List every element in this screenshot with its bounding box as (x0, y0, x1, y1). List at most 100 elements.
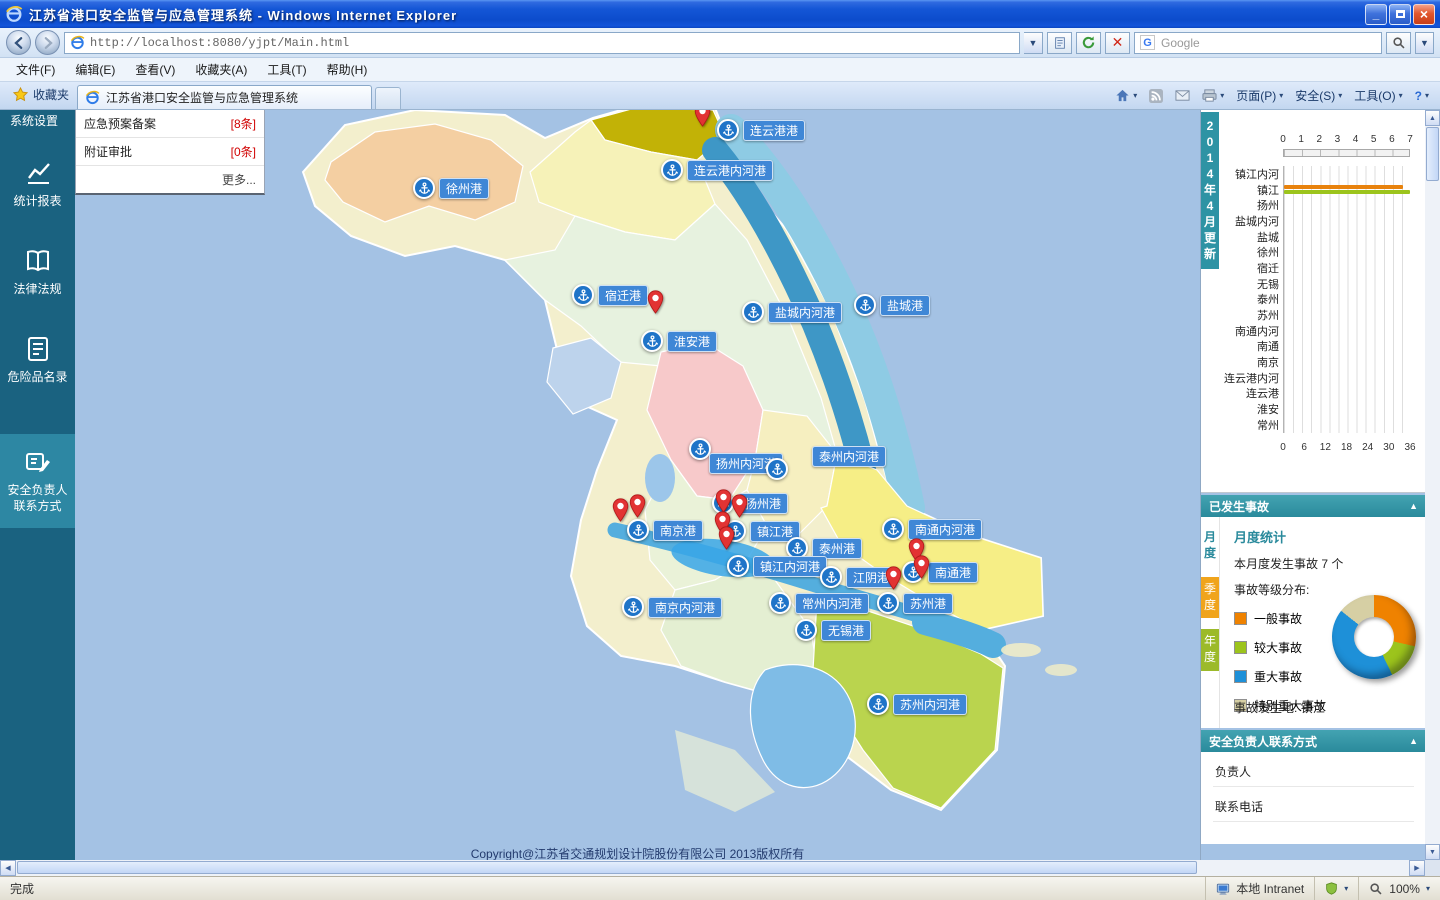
anchor-icon (820, 566, 842, 588)
axis-tick: 24 (1362, 442, 1374, 453)
menu-item-工具(T)[interactable]: 工具(T) (257, 58, 316, 81)
vertical-scrollbar[interactable]: ▲ ▼ (1425, 110, 1440, 860)
island-1 (1001, 643, 1041, 657)
port-marker-镇江内河港[interactable]: 镇江内河港 (727, 555, 828, 577)
search-box[interactable]: G Google (1134, 31, 1382, 54)
print-button[interactable]: ▾ (1202, 88, 1224, 103)
compatibility-view-button[interactable] (1047, 31, 1072, 54)
menu-item-帮助(H)[interactable]: 帮助(H) (317, 58, 378, 81)
help-button[interactable]: ? ▾ (1415, 89, 1429, 103)
favorites-button[interactable]: 收藏夹 (5, 82, 77, 109)
search-go-button[interactable] (1386, 31, 1411, 54)
port-marker-常州内河港[interactable]: 常州内河港 (769, 592, 870, 614)
horizontal-scrollbar[interactable]: ◀ ▶ (0, 860, 1425, 876)
location-pin-icon[interactable] (885, 566, 902, 593)
security-zone[interactable]: 本地 Intranet (1205, 877, 1314, 900)
location-pin-icon[interactable] (694, 110, 711, 130)
port-marker-宿迁港[interactable]: 宿迁港 (572, 284, 649, 306)
quick-panel-count: [8条] (230, 117, 256, 131)
chart-category-label: 淮安 (1257, 404, 1279, 417)
port-marker-南京港[interactable]: 南京港 (627, 519, 704, 541)
minimize-button[interactable]: _ (1365, 3, 1387, 25)
feeds-button[interactable] (1149, 88, 1164, 103)
port-marker-盐城港[interactable]: 盐城港 (854, 294, 931, 316)
forward-button[interactable] (35, 30, 60, 55)
sidebar-item-法律法规[interactable]: 法律法规 (0, 239, 75, 305)
address-input[interactable] (90, 35, 1014, 50)
port-marker-苏州港[interactable]: 苏州港 (877, 592, 954, 614)
axis-tick: 18 (1340, 442, 1353, 453)
location-pin-icon[interactable] (718, 526, 735, 553)
chart-top-axis: 0 1 2345 6 7 (1280, 134, 1413, 146)
anchor-icon (627, 519, 649, 541)
sidebar-item-危险品名录[interactable]: 危险品名录 (0, 327, 75, 393)
accident-tab-月度[interactable]: 月度 (1201, 525, 1219, 567)
horizontal-scroll-thumb[interactable] (17, 861, 1197, 874)
browser-tab[interactable]: 江苏省港口安全监管与应急管理系统 (77, 85, 373, 109)
port-marker-盐城内河港[interactable]: 盐城内河港 (742, 301, 843, 323)
collapse-arrow-icon[interactable]: ▲ (1409, 736, 1418, 746)
map-area[interactable]: Copyright@江苏省交通规划设计院股份有限公司 2013版权所有 连云港港… (75, 110, 1200, 876)
port-marker-扬州内河港[interactable]: 扬州内河港 (689, 438, 784, 474)
port-marker-南通内河港[interactable]: 南通内河港 (882, 518, 983, 540)
accident-tab-年度[interactable]: 年度 (1201, 629, 1219, 671)
location-pin-icon[interactable] (647, 290, 664, 317)
sidebar-item-label: 危险品名录 (7, 370, 68, 385)
scroll-left-button[interactable]: ◀ (0, 860, 16, 876)
quick-panel-more-link[interactable]: 更多... (76, 166, 264, 193)
port-marker-无锡港[interactable]: 无锡港 (795, 619, 872, 641)
quick-panel-row[interactable]: 应急预案备案 [8条] (76, 110, 264, 138)
legend-label: 较大事故 (1254, 641, 1303, 655)
menu-item-收藏夹(A)[interactable]: 收藏夹(A) (185, 58, 257, 81)
address-dropdown-button[interactable]: ▼ (1024, 31, 1043, 54)
port-marker-连云港港[interactable]: 连云港港 (717, 119, 806, 141)
chart-row: 南通 (1203, 338, 1412, 355)
sidebar-item-安全负责人联系方式[interactable]: 安全负责人联系方式 (0, 433, 75, 528)
scroll-right-button[interactable]: ▶ (1409, 860, 1425, 876)
sidebar-item-统计报表[interactable]: 统计报表 (0, 151, 75, 217)
maximize-button[interactable] (1389, 3, 1411, 25)
port-marker-淮安港[interactable]: 淮安港 (641, 330, 718, 352)
location-pin-icon[interactable] (731, 494, 748, 521)
book-icon (24, 247, 52, 275)
axis-tick: 12 (1319, 442, 1331, 453)
refresh-button[interactable] (1076, 31, 1101, 54)
vertical-scroll-thumb[interactable] (1426, 127, 1439, 181)
collapse-arrow-icon[interactable]: ▲ (1409, 501, 1418, 511)
scroll-up-button[interactable]: ▲ (1425, 110, 1440, 126)
port-marker-江阴港[interactable]: 江阴港 (820, 566, 897, 588)
chart-bottom-axis: 0 6 12 18 24 30 36 (1280, 442, 1415, 454)
close-button[interactable]: × (1413, 3, 1435, 25)
accident-tab-季度[interactable]: 季度 (1201, 577, 1219, 619)
chart-row: 南通内河 (1203, 322, 1412, 339)
location-pin-icon[interactable] (612, 498, 629, 525)
new-tab-button[interactable] (375, 87, 402, 109)
sidebar: 系统设置 统计报表法律法规危险品名录安全负责人联系方式 (0, 110, 75, 860)
page-menu-button[interactable]: 页面(P) ▾ (1236, 87, 1283, 104)
location-pin-icon[interactable] (913, 555, 930, 582)
safety-menu-button[interactable]: 安全(S) ▾ (1295, 87, 1342, 104)
anchor-icon (572, 284, 594, 306)
contact-field-负责人: 负责人 (1213, 752, 1414, 787)
tools-menu-button[interactable]: 工具(O) ▾ (1354, 87, 1402, 104)
port-marker-泰州内河港[interactable]: 泰州内河港 (766, 446, 887, 480)
read-mail-button[interactable] (1175, 88, 1190, 103)
port-marker-南京内河港[interactable]: 南京内河港 (622, 596, 723, 618)
back-button[interactable] (6, 30, 31, 55)
protected-mode-button[interactable]: ▾ (1314, 877, 1358, 900)
stop-button[interactable]: ✕ (1105, 31, 1130, 54)
home-button[interactable]: ▾ (1115, 88, 1137, 103)
menu-item-查看(V)[interactable]: 查看(V) (125, 58, 185, 81)
mail-icon (1175, 90, 1190, 101)
port-marker-连云港内河港[interactable]: 连云港内河港 (661, 159, 774, 181)
quick-panel-row[interactable]: 附证审批 [0条] (76, 138, 264, 166)
port-marker-苏州内河港[interactable]: 苏州内河港 (867, 693, 968, 715)
location-pin-icon[interactable] (629, 494, 646, 521)
zoom-control[interactable]: 100% ▾ (1358, 877, 1440, 900)
sidebar-item-system-settings[interactable]: 系统设置 (0, 110, 75, 129)
scroll-down-button[interactable]: ▼ (1425, 844, 1440, 860)
port-marker-徐州港[interactable]: 徐州港 (413, 177, 490, 199)
menu-item-文件(F)[interactable]: 文件(F) (6, 58, 65, 81)
menu-item-编辑(E)[interactable]: 编辑(E) (65, 58, 125, 81)
search-dropdown-button[interactable]: ▼ (1415, 31, 1434, 54)
